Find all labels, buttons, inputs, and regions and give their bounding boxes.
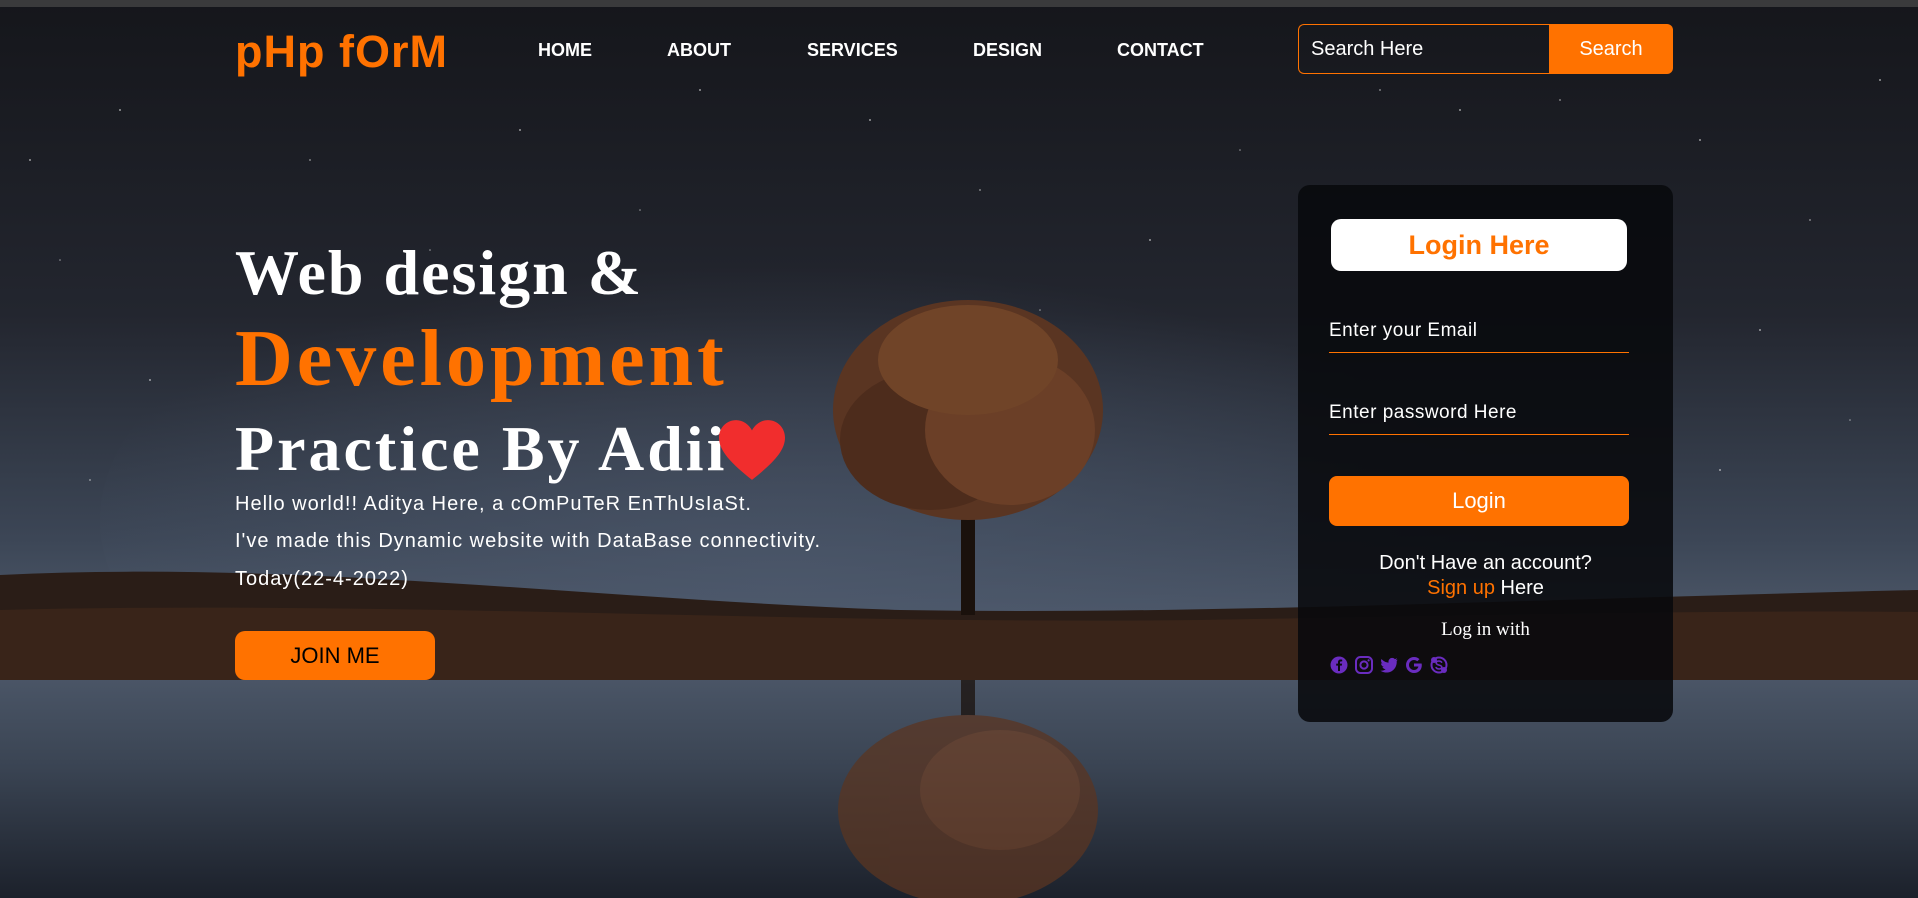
password-field[interactable]: Enter password Here: [1329, 391, 1629, 435]
hero-heading-line3: Practice By Adii: [235, 413, 728, 484]
browser-top-edge: [0, 0, 1918, 7]
hero-heading-line2: Development: [235, 315, 728, 403]
social-icons: [1329, 655, 1449, 675]
nav-home[interactable]: HOME: [538, 40, 592, 61]
no-account-text: Don't Have an account?: [1379, 552, 1592, 574]
login-card: Login Here Enter your Email Enter passwo…: [1298, 185, 1673, 722]
facebook-icon[interactable]: [1329, 655, 1349, 675]
login-with-label: Log in with: [1441, 619, 1530, 640]
nav-services[interactable]: SERVICES: [807, 40, 898, 61]
search-bar: Search Here Search: [1298, 24, 1673, 74]
site-logo[interactable]: pHp fOrM: [235, 26, 448, 78]
signup-line: Sign up Here: [1298, 577, 1673, 600]
google-icon[interactable]: [1404, 655, 1424, 675]
skype-icon[interactable]: [1429, 655, 1449, 675]
heart-icon: [719, 420, 785, 480]
search-button[interactable]: Search: [1549, 24, 1673, 74]
nav-design[interactable]: DESIGN: [973, 40, 1042, 61]
search-input[interactable]: Search Here: [1298, 24, 1549, 74]
nav-contact[interactable]: CONTACT: [1117, 40, 1204, 61]
login-button[interactable]: Login: [1329, 476, 1629, 526]
hero-paragraph-1: Hello world!! Aditya Here, a cOmPuTeR En…: [235, 493, 752, 515]
hero-paragraph-3: Today(22-4-2022): [235, 568, 409, 590]
login-title: Login Here: [1331, 219, 1627, 271]
signup-suffix: Here: [1494, 577, 1544, 599]
instagram-icon[interactable]: [1354, 655, 1374, 675]
signup-link[interactable]: Sign up: [1427, 577, 1495, 599]
twitter-icon[interactable]: [1379, 655, 1399, 675]
join-me-button[interactable]: JOIN ME: [235, 631, 435, 680]
hero-paragraph-2: I've made this Dynamic website with Data…: [235, 530, 822, 552]
hero-heading-line1: Web design &: [235, 237, 644, 308]
email-field[interactable]: Enter your Email: [1329, 309, 1629, 353]
nav-about[interactable]: ABOUT: [667, 40, 731, 61]
